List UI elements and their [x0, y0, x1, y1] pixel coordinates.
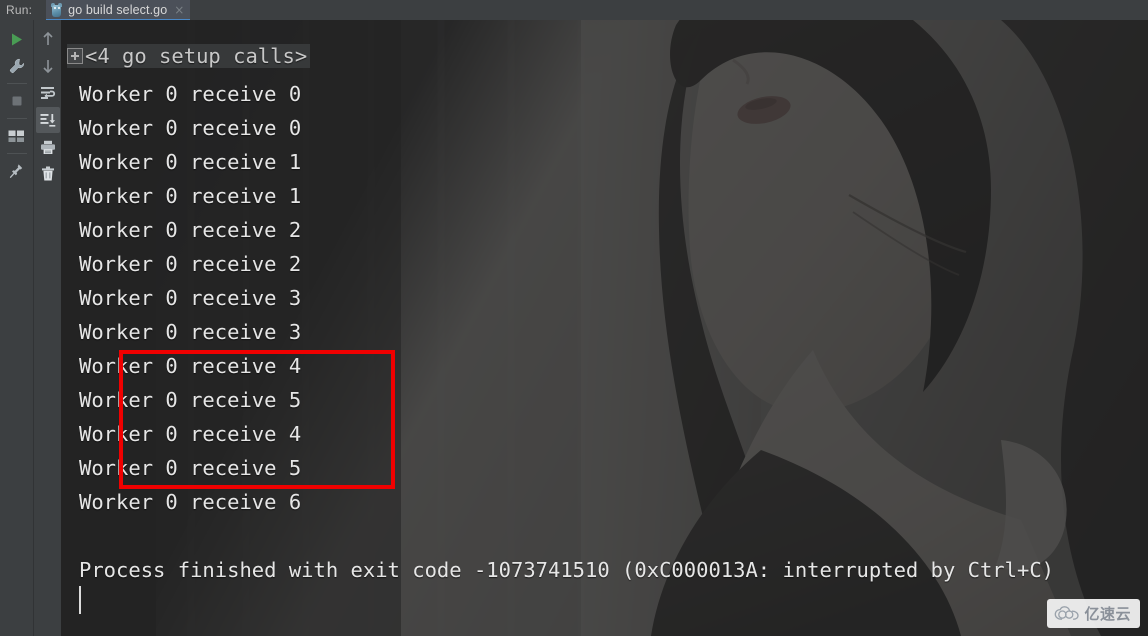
next-occurrence-button[interactable]	[36, 53, 60, 79]
play-icon	[12, 33, 22, 45]
toolbar-divider-1	[6, 83, 27, 84]
stop-icon	[12, 96, 21, 106]
clear-all-button[interactable]	[36, 161, 60, 187]
arrow-up-icon	[42, 31, 53, 45]
arrow-down-icon	[42, 60, 53, 74]
console-caret	[79, 586, 81, 614]
scroll-to-end-icon	[40, 114, 55, 127]
close-icon[interactable]: ×	[174, 4, 184, 16]
console-line: Worker 0 receive 3	[79, 286, 302, 310]
fold-placeholder-line[interactable]: <4 go setup calls>	[67, 44, 311, 68]
layout-button[interactable]	[5, 123, 29, 149]
wrench-icon	[9, 58, 24, 74]
process-exit-line: Process finished with exit code -1073741…	[79, 558, 1055, 582]
settings-button[interactable]	[5, 53, 29, 79]
run-tab-strip: Run: go build select.go ×	[0, 0, 1148, 21]
grid-icon	[8, 130, 24, 142]
trash-icon	[41, 166, 54, 181]
print-button[interactable]	[36, 134, 60, 160]
printer-icon	[40, 140, 55, 154]
watermark: 亿速云	[1047, 599, 1140, 628]
rerun-button[interactable]	[5, 26, 29, 52]
tab-go-build-select-go[interactable]: go build select.go ×	[46, 0, 191, 21]
pin-icon	[9, 164, 22, 178]
console-line: Worker 0 receive 6	[79, 490, 302, 514]
run-label: Run:	[6, 3, 33, 17]
console-line: Worker 0 receive 2	[79, 252, 302, 276]
fold-placeholder-text: <4 go setup calls>	[85, 44, 308, 68]
console-scroll-area[interactable]: <4 go setup calls> Worker 0 receive 0 Wo…	[61, 20, 1148, 636]
red-annotation-box	[119, 350, 395, 489]
ide-run-tool-window: Run: go build select.go × <4 go setup ca…	[0, 0, 1148, 636]
console-line: Worker 0 receive 0	[79, 116, 302, 140]
stop-button[interactable]	[5, 88, 29, 114]
scroll-to-end-button[interactable]	[35, 107, 60, 133]
cloud-icon	[1055, 605, 1080, 620]
prev-occurrence-button[interactable]	[36, 26, 60, 52]
soft-wrap-icon	[40, 87, 55, 99]
toolbar-divider-3	[6, 153, 27, 154]
toolbar-divider-2	[6, 118, 27, 119]
tab-title: go build select.go	[68, 3, 168, 17]
run-toolbar-secondary	[34, 20, 61, 636]
run-toolbar-primary	[0, 20, 34, 636]
console-output-panel[interactable]: <4 go setup calls> Worker 0 receive 0 Wo…	[61, 20, 1148, 636]
pin-tab-button[interactable]	[5, 158, 29, 184]
console-line: Worker 0 receive 2	[79, 218, 302, 242]
console-line: Worker 0 receive 3	[79, 320, 302, 344]
expand-fold-icon[interactable]	[67, 48, 83, 64]
console-line: Worker 0 receive 1	[79, 184, 302, 208]
watermark-text: 亿速云	[1084, 605, 1131, 623]
go-gopher-icon	[50, 2, 63, 18]
soft-wrap-button[interactable]	[36, 80, 60, 106]
console-line: Worker 0 receive 1	[79, 150, 302, 174]
console-line: Worker 0 receive 0	[79, 82, 302, 106]
